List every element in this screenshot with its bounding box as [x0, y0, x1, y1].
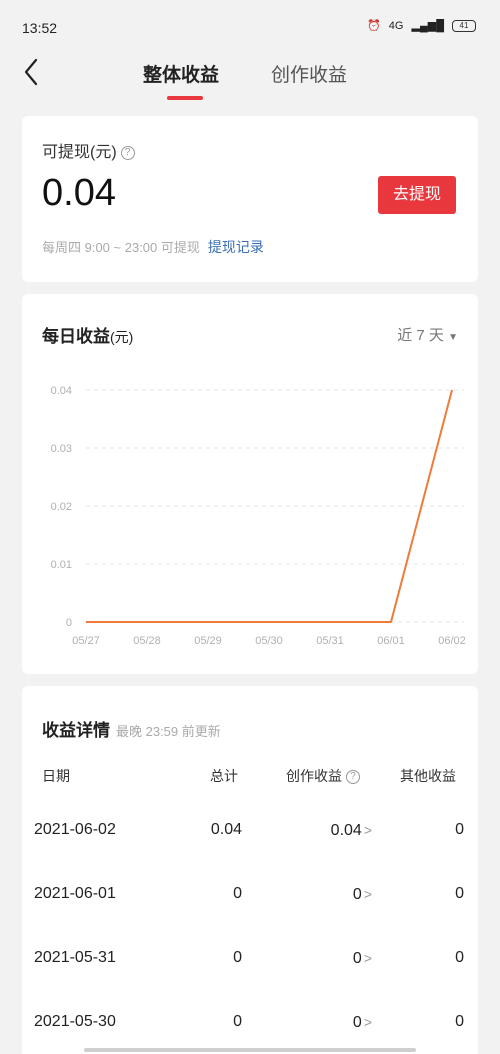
alarm-icon: ⏰	[367, 20, 381, 32]
row-total: 0	[233, 1013, 242, 1030]
withdraw-button[interactable]: 去提现	[378, 176, 456, 214]
chevron-left-icon	[24, 58, 38, 86]
x-tick-label: 05/30	[255, 635, 283, 647]
row-other: 0	[455, 821, 464, 838]
help-icon[interactable]: ?	[346, 770, 360, 784]
daily-income-card: 每日收益(元) 近 7 天 ▼ 0 0.01 0.02 0.03 0.04 05/27 05…	[22, 294, 478, 674]
table-row[interactable]: 2021-05-31 0 0 > 0	[22, 946, 478, 1010]
update-note: 最晚 23:59 前更新	[116, 724, 221, 739]
dropdown-arrow-icon: ▼	[448, 332, 458, 343]
help-icon[interactable]: ?	[120, 146, 135, 160]
withdraw-record-link[interactable]: 提现记录	[208, 239, 264, 255]
row-date: 2021-05-30	[34, 1013, 116, 1030]
y-tick-label: 0.03	[51, 443, 72, 455]
withdrawable-amount: 0.04	[42, 172, 116, 214]
column-header-date: 日期	[42, 768, 70, 784]
withdrawable-label: 可提现(元)?	[42, 138, 135, 162]
income-detail-title: 收益详情 最晚 23:59 前更新	[42, 721, 221, 740]
row-date: 2021-06-02	[34, 821, 116, 838]
tab-creation-income[interactable]: 创作收益	[271, 60, 347, 87]
column-header-creation: 创作收益?	[286, 766, 360, 786]
row-creation[interactable]: 0 >	[353, 882, 372, 907]
chevron-right-icon: >	[363, 1014, 372, 1030]
y-tick-label: 0.02	[51, 501, 72, 513]
daily-income-title: 每日收益(元)	[42, 327, 134, 346]
row-date: 2021-06-01	[34, 885, 116, 902]
daily-income-chart: 0 0.01 0.02 0.03 0.04 05/27 05/28 05/29 05/30 05/…	[51, 385, 466, 647]
row-other: 0	[455, 949, 464, 966]
column-header-total: 总计	[210, 768, 238, 784]
income-detail-card: 收益详情 最晚 23:59 前更新 日期 总计 创作收益? 其他收益 2021-0…	[22, 686, 478, 1054]
range-selector[interactable]: 近 7 天 ▼	[397, 324, 458, 345]
withdraw-card: 可提现(元)? 0.04 去提现 每周四 9:00 ~ 23:00 可提现 提现记…	[22, 116, 478, 282]
x-tick-label: 05/28	[133, 635, 161, 647]
row-other: 0	[455, 1013, 464, 1030]
chevron-right-icon: >	[363, 822, 372, 838]
battery-icon: 41	[452, 20, 476, 32]
tab-overall-income[interactable]: 整体收益	[143, 60, 219, 87]
row-total: 0	[233, 885, 242, 902]
y-tick-label: 0.01	[51, 559, 72, 571]
column-header-other: 其他收益	[400, 768, 456, 784]
chevron-right-icon: >	[363, 950, 372, 966]
active-tab-indicator	[167, 96, 203, 100]
row-other: 0	[455, 885, 464, 902]
x-tick-label: 05/31	[316, 635, 344, 647]
x-tick-label: 05/27	[72, 635, 100, 647]
series-line	[86, 389, 453, 623]
row-date: 2021-05-31	[34, 949, 116, 966]
y-tick-label: 0	[66, 617, 72, 629]
row-total: 0	[233, 949, 242, 966]
row-creation[interactable]: 0 >	[353, 946, 372, 971]
home-indicator	[84, 1048, 416, 1052]
row-creation[interactable]: 0 >	[353, 1010, 372, 1035]
x-tick-label: 06/01	[377, 635, 405, 647]
y-tick-label: 0.04	[51, 385, 72, 397]
row-creation[interactable]: 0.04 >	[331, 818, 372, 843]
network-icon: 4G	[388, 20, 404, 32]
nav-header: 整体收益 创作收益	[0, 44, 500, 104]
table-row[interactable]: 2021-06-01 0 0 > 0	[22, 882, 478, 946]
status-time: 13:52	[22, 20, 58, 36]
chevron-right-icon: >	[363, 886, 372, 902]
withdraw-note: 每周四 9:00 ~ 23:00 可提现 提现记录	[42, 239, 264, 255]
signal-icon: ▂▄▆█	[411, 20, 444, 32]
back-button[interactable]	[14, 54, 50, 90]
row-total: 0.04	[210, 821, 242, 838]
x-tick-label: 05/29	[194, 635, 222, 647]
status-icons: ⏰ 4G ▂▄▆█ 41	[367, 19, 476, 33]
x-tick-label: 06/02	[438, 635, 466, 647]
table-row[interactable]: 2021-06-02 0.04 0.04 > 0	[22, 818, 478, 882]
status-bar: 13:52 ⏰ 4G ▂▄▆█ 41	[0, 0, 500, 44]
